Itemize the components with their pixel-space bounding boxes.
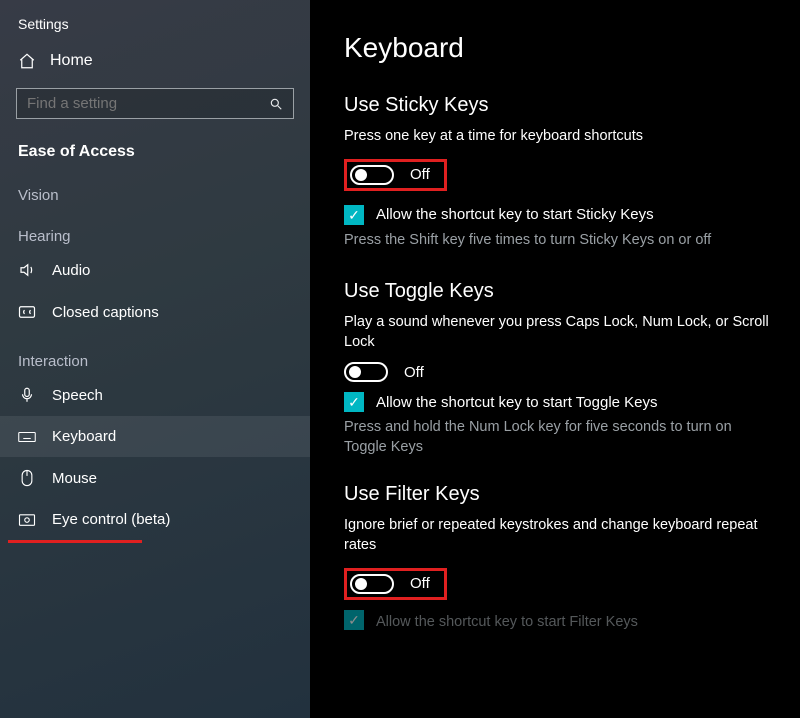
filter-keys-toggle[interactable] [350,574,394,594]
filter-keys-shortcut-label: Allow the shortcut key to start Filter K… [376,614,638,630]
sidebar-home-label: Home [50,52,93,70]
sidebar-item-label: Closed captions [52,304,159,321]
sidebar-item-speech[interactable]: Speech [0,374,310,416]
sticky-keys-toggle-state: Off [410,166,430,183]
sidebar-item-label: Speech [52,387,103,404]
filter-keys-shortcut-checkbox[interactable]: ✓ [344,610,364,630]
sidebar-item-keyboard[interactable]: Keyboard [0,416,310,457]
speaker-icon [18,261,36,279]
sidebar-item-label: Keyboard [52,428,116,445]
sidebar-item-label: Audio [52,262,90,279]
filter-keys-desc: Ignore brief or repeated keystrokes and … [344,516,774,555]
toggle-keys-toggle-state: Off [404,364,424,381]
sidebar-item-closed-captions[interactable]: Closed captions [0,291,310,333]
sidebar-item-label: Eye control (beta) [52,511,170,528]
microphone-icon [18,386,36,404]
sidebar-group-hearing: Hearing [0,208,310,249]
toggle-keys-toggle[interactable] [344,362,388,382]
sidebar-category: Ease of Access [0,127,310,167]
sticky-keys-shortcut-label: Allow the shortcut key to start Sticky K… [376,206,654,223]
toggle-keys-shortcut-label: Allow the shortcut key to start Toggle K… [376,394,658,411]
sticky-keys-shortcut-sub: Press the Shift key five times to turn S… [344,231,774,251]
toggle-keys-desc: Play a sound whenever you press Caps Loc… [344,313,774,352]
search-icon [269,97,283,111]
annotation-box-filter: Off [344,568,447,600]
sticky-keys-heading: Use Sticky Keys [344,94,774,117]
search-input[interactable] [27,95,263,112]
toggle-keys-shortcut-checkbox[interactable]: ✓ [344,392,364,412]
sidebar-home[interactable]: Home [0,42,310,80]
sidebar-item-mouse[interactable]: Mouse [0,457,310,499]
main-content: Keyboard Use Sticky Keys Press one key a… [310,0,800,718]
annotation-underline [8,540,142,543]
sidebar: Settings Home Ease of Access Vision He [0,0,310,718]
sidebar-item-eye-control[interactable]: Eye control (beta) [0,499,310,540]
eye-control-icon [18,513,36,527]
sticky-keys-shortcut-checkbox[interactable]: ✓ [344,205,364,225]
mouse-icon [18,469,36,487]
sidebar-group-interaction: Interaction [0,333,310,374]
sticky-keys-desc: Press one key at a time for keyboard sho… [344,127,774,147]
annotation-box-sticky: Off [344,159,447,191]
toggle-keys-heading: Use Toggle Keys [344,280,774,303]
window-title: Settings [0,10,310,42]
sticky-keys-toggle[interactable] [350,165,394,185]
sidebar-item-label: Mouse [52,470,97,487]
sidebar-item-audio[interactable]: Audio [0,249,310,291]
sidebar-group-vision[interactable]: Vision [0,167,310,208]
page-title: Keyboard [344,32,774,64]
home-icon [18,52,36,70]
filter-keys-toggle-state: Off [410,575,430,592]
search-box[interactable] [16,88,294,119]
filter-keys-heading: Use Filter Keys [344,483,774,506]
toggle-keys-shortcut-sub: Press and hold the Num Lock key for five… [344,418,774,457]
cc-icon [18,303,36,321]
keyboard-icon [18,431,36,443]
